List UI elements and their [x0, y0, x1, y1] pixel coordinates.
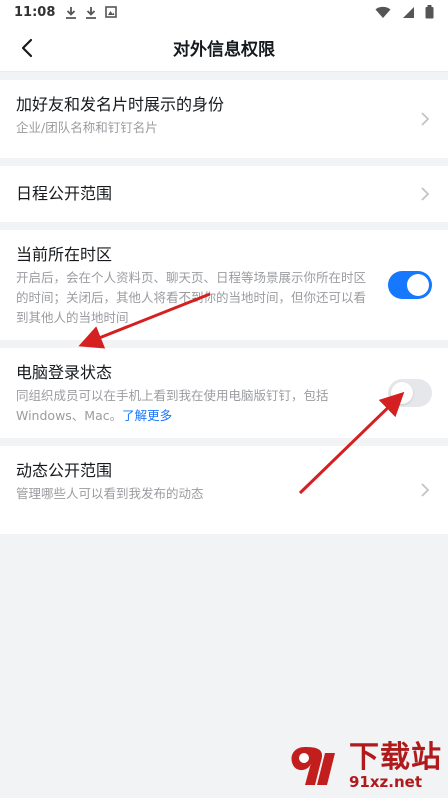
signal-icon [403, 6, 414, 18]
watermark: 下载站 91xz.net [285, 742, 442, 790]
setting-title: 日程公开范围 [16, 184, 113, 203]
status-bar: 11:08 [0, 0, 448, 24]
setting-title: 动态公开范围 [16, 461, 113, 480]
download-icon [86, 6, 97, 19]
watermark-title: 下载站 [349, 740, 442, 775]
learn-more-link[interactable]: 了解更多 [122, 408, 172, 423]
setting-desc: 同组织成员可以在手机上看到我在使用电脑版钉钉，包括Windows、Mac。了解更… [16, 386, 368, 426]
page-title: 对外信息权限 [173, 40, 275, 60]
setting-title: 加好友和发名片时展示的身份 [16, 95, 225, 114]
setting-desc: 企业/团队名称和钉钉名片 [16, 120, 158, 135]
watermark-logo-icon [291, 747, 335, 785]
toggle-knob [391, 382, 413, 404]
timezone-toggle[interactable] [388, 271, 432, 299]
download-icon [66, 6, 77, 19]
wifi-icon [375, 6, 391, 18]
setting-title: 电脑登录状态 [16, 363, 113, 382]
chevron-right-icon [421, 112, 430, 126]
setting-desc: 管理哪些人可以看到我发布的动态 [16, 486, 204, 501]
setting-desc-text: 同组织成员可以在手机上看到我在使用电脑版钉钉，包括Windows、Mac。 [16, 388, 329, 423]
nav-bar: 对外信息权限 [0, 24, 448, 72]
setting-timezone: 当前所在时区 开启后，会在个人资料页、聊天页、日程等场景展示你所在时区的时间；关… [0, 230, 448, 340]
battery-icon [425, 5, 434, 19]
chevron-right-icon [421, 187, 430, 201]
watermark-url: 91xz.net [349, 773, 423, 791]
back-arrow-icon[interactable] [16, 36, 40, 60]
chevron-right-icon [421, 483, 430, 497]
image-icon [105, 6, 118, 18]
setting-schedule-scope[interactable]: 日程公开范围 [0, 166, 448, 222]
pc-login-toggle[interactable] [388, 379, 432, 407]
setting-desc: 开启后，会在个人资料页、聊天页、日程等场景展示你所在时区的时间；关闭后，其他人将… [16, 270, 367, 325]
setting-identity[interactable]: 加好友和发名片时展示的身份 企业/团队名称和钉钉名片 [0, 80, 448, 158]
setting-moments-scope[interactable]: 动态公开范围 管理哪些人可以看到我发布的动态 [0, 446, 448, 534]
status-time: 11:08 [14, 4, 56, 20]
setting-title: 当前所在时区 [16, 245, 113, 264]
setting-pc-login-status: 电脑登录状态 同组织成员可以在手机上看到我在使用电脑版钉钉，包括Windows、… [0, 348, 448, 438]
toggle-knob [407, 274, 429, 296]
